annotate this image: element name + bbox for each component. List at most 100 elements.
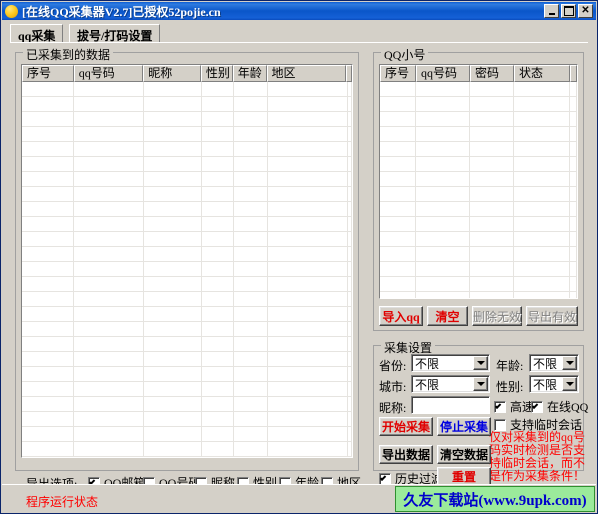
table-row[interactable]: [22, 232, 352, 247]
table-row[interactable]: [22, 127, 352, 142]
stop-collect-button[interactable]: 停止采集: [437, 417, 491, 436]
collected-data-table[interactable]: 序号 qq号码 昵称 性别 年龄 地区: [21, 64, 353, 458]
table-cell: [268, 232, 348, 246]
column-header[interactable]: 年龄: [232, 65, 267, 82]
minimize-button[interactable]: [544, 4, 559, 18]
table-row[interactable]: [22, 337, 352, 352]
column-header[interactable]: qq号码: [416, 65, 470, 82]
table-row[interactable]: [22, 97, 352, 112]
table-row[interactable]: [380, 127, 577, 142]
table-cell: [74, 97, 144, 111]
table-row[interactable]: [22, 457, 352, 458]
gender-select[interactable]: 不限: [529, 375, 579, 393]
table-row[interactable]: [22, 262, 352, 277]
table-cell: [202, 292, 234, 306]
table-row[interactable]: [380, 112, 577, 127]
table-cell: [22, 112, 74, 126]
export-valid-button[interactable]: 导出有效: [526, 306, 578, 326]
table-row[interactable]: [22, 112, 352, 127]
table-row[interactable]: [380, 217, 577, 232]
table-row[interactable]: [22, 217, 352, 232]
chevron-down-icon[interactable]: [562, 377, 577, 391]
checkbox-high-speed[interactable]: 高速: [494, 398, 534, 415]
tab-qq-collect[interactable]: qq采集: [10, 24, 64, 43]
column-header[interactable]: 序号: [22, 65, 74, 82]
table-cell: [348, 82, 352, 96]
table-row[interactable]: [22, 142, 352, 157]
table-row[interactable]: [380, 97, 577, 112]
chevron-down-icon[interactable]: [562, 356, 577, 370]
small-account-table-body[interactable]: [380, 82, 577, 298]
table-row[interactable]: [22, 352, 352, 367]
start-collect-button[interactable]: 开始采集: [379, 417, 433, 436]
table-row[interactable]: [22, 307, 352, 322]
column-header[interactable]: qq号码: [73, 65, 144, 82]
table-row[interactable]: [22, 172, 352, 187]
table-row[interactable]: [22, 442, 352, 457]
province-select[interactable]: 不限: [411, 354, 490, 372]
table-cell: [268, 97, 348, 111]
table-row[interactable]: [380, 202, 577, 217]
chevron-down-icon[interactable]: [473, 356, 488, 370]
close-button[interactable]: ✕: [578, 4, 593, 18]
maximize-button[interactable]: [561, 4, 576, 18]
table-row[interactable]: [22, 277, 352, 292]
chevron-down-icon[interactable]: [473, 377, 488, 391]
nickname-input[interactable]: [411, 396, 490, 414]
city-select[interactable]: 不限: [411, 375, 490, 393]
province-label: 省份:: [379, 359, 407, 373]
column-header[interactable]: 状态: [514, 65, 570, 82]
table-row[interactable]: [380, 247, 577, 262]
table-row[interactable]: [22, 397, 352, 412]
table-cell: [416, 127, 470, 141]
table-cell: [144, 157, 202, 171]
table-cell: [570, 217, 577, 231]
small-account-table[interactable]: 序号 qq号码 密码 状态: [379, 64, 578, 299]
table-row[interactable]: [22, 247, 352, 262]
age-select[interactable]: 不限: [529, 354, 579, 372]
table-cell: [74, 367, 144, 381]
table-row[interactable]: [380, 157, 577, 172]
clear-data-button[interactable]: 清空数据: [437, 445, 491, 464]
table-cell: [202, 352, 234, 366]
table-cell: [470, 97, 514, 111]
table-row[interactable]: [22, 367, 352, 382]
table-cell: [234, 307, 268, 321]
table-row[interactable]: [380, 82, 577, 97]
clear-button[interactable]: 清空: [427, 306, 468, 326]
export-data-button[interactable]: 导出数据: [379, 445, 433, 464]
import-qq-button[interactable]: 导入qq: [379, 306, 423, 326]
table-cell: [380, 82, 416, 96]
table-row[interactable]: [22, 382, 352, 397]
table-row[interactable]: [380, 187, 577, 202]
tab-dial-decode-settings[interactable]: 拔号/打码设置: [69, 24, 161, 43]
table-row[interactable]: [22, 202, 352, 217]
column-header[interactable]: 密码: [470, 65, 514, 82]
table-row[interactable]: [380, 292, 577, 298]
nickname-label: 昵称:: [379, 401, 407, 415]
table-row[interactable]: [22, 187, 352, 202]
table-row[interactable]: [22, 157, 352, 172]
table-row[interactable]: [22, 292, 352, 307]
table-row[interactable]: [380, 172, 577, 187]
table-cell: [268, 277, 348, 291]
table-row[interactable]: [380, 232, 577, 247]
table-cell: [268, 172, 348, 186]
table-row[interactable]: [22, 82, 352, 97]
table-row[interactable]: [380, 262, 577, 277]
table-row[interactable]: [22, 322, 352, 337]
table-cell: [268, 427, 348, 441]
table-cell: [380, 127, 416, 141]
column-header[interactable]: 地区: [266, 65, 347, 82]
column-header[interactable]: 昵称: [143, 65, 201, 82]
table-row[interactable]: [380, 142, 577, 157]
column-header[interactable]: 性别: [200, 65, 233, 82]
column-header[interactable]: 序号: [380, 65, 416, 82]
delete-invalid-button[interactable]: 删除无效: [472, 306, 522, 326]
collected-data-table-body[interactable]: [22, 82, 352, 458]
table-row[interactable]: [22, 412, 352, 427]
checkbox-online-qq[interactable]: 在线QQ: [531, 398, 588, 415]
table-row[interactable]: [22, 427, 352, 442]
table-row[interactable]: [380, 277, 577, 292]
table-cell: [470, 217, 514, 231]
